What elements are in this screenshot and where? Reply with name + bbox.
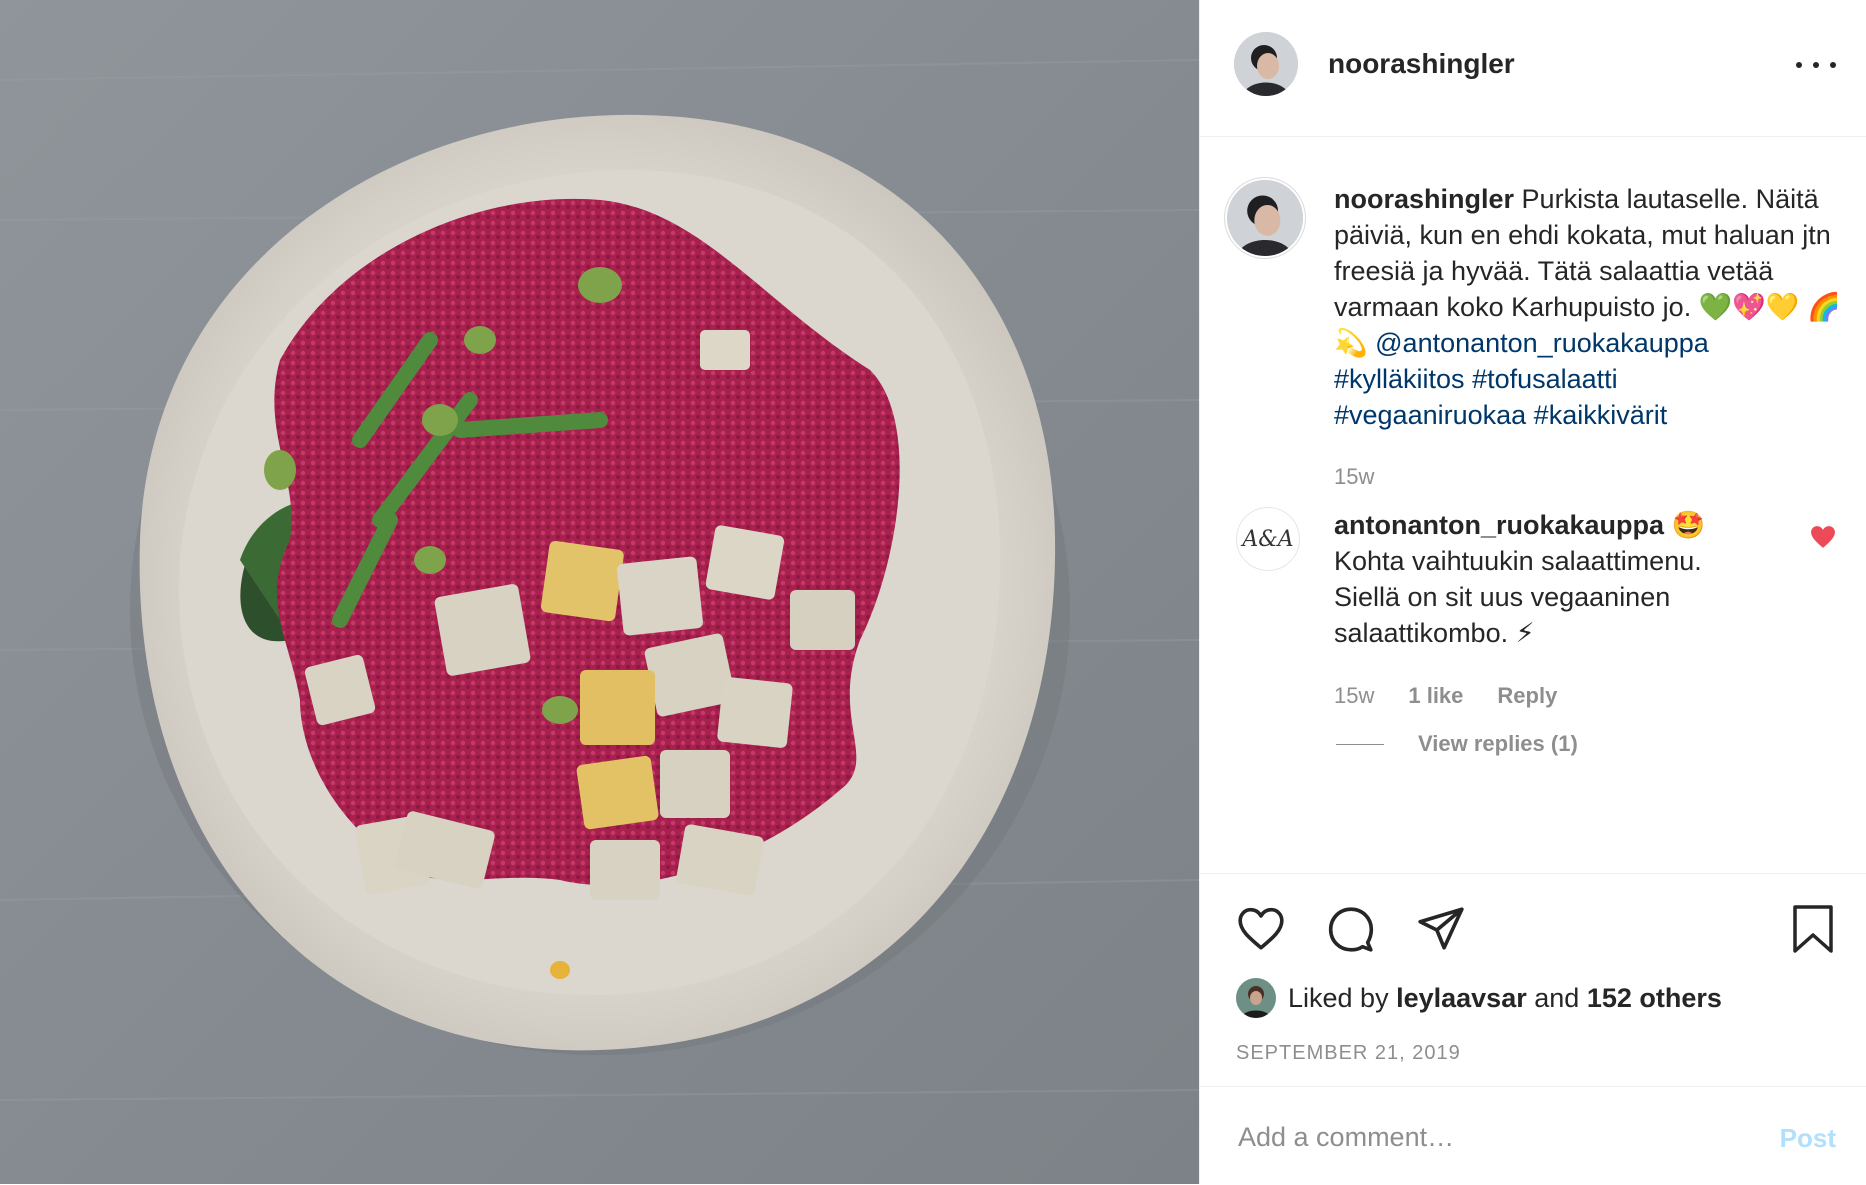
hashtag-link[interactable]: #kylläkiitos	[1334, 364, 1465, 394]
likes-others-link[interactable]: 152 others	[1587, 983, 1722, 1014]
more-options-icon[interactable]	[1796, 50, 1836, 80]
commenter-username-emoji: 🤩	[1671, 510, 1706, 540]
likes-summary: Liked by leylaavsar and 152 others	[1236, 978, 1722, 1018]
caption-mention-link[interactable]: @antonanton_ruokakauppa	[1375, 328, 1709, 358]
comment-text: Kohta vaihtuukin salaattimenu. Siellä on…	[1334, 546, 1702, 648]
comment-likes-count[interactable]: 1 like	[1408, 683, 1463, 709]
comment-meta: 15w 1 like Reply	[1334, 683, 1557, 709]
view-replies-divider	[1336, 743, 1384, 745]
instagram-post-modal: noorashingler noorashingler Purkista lau…	[0, 0, 1866, 1184]
author-avatar[interactable]	[1234, 32, 1298, 96]
comment-like-heart-icon[interactable]	[1810, 525, 1836, 549]
hashtag-link[interactable]: #tofusalaatti	[1472, 364, 1618, 394]
comment: antonanton_ruokakauppa 🤩 Kohta vaihtuuki…	[1334, 507, 1774, 651]
share-paper-plane-icon[interactable]	[1416, 904, 1466, 954]
post-header: noorashingler	[1200, 0, 1866, 137]
comments-area[interactable]: noorashingler Purkista lautaselle. Näitä…	[1200, 137, 1866, 873]
comment-bubble-icon[interactable]	[1326, 904, 1376, 954]
post-details-panel: noorashingler noorashingler Purkista lau…	[1199, 0, 1866, 1184]
add-comment-input[interactable]	[1236, 1111, 1720, 1163]
commenter-avatar[interactable]: A&A	[1236, 507, 1300, 571]
likes-and: and	[1534, 982, 1580, 1013]
author-username[interactable]: noorashingler	[1328, 48, 1515, 80]
hashtag-link[interactable]: #kaikkivärit	[1534, 400, 1668, 430]
liker-avatar[interactable]	[1236, 978, 1276, 1018]
caption-username[interactable]: noorashingler	[1334, 184, 1514, 214]
post-photo[interactable]	[0, 0, 1199, 1184]
post-actions: Liked by leylaavsar and 152 others SEPTE…	[1200, 873, 1866, 1087]
post-caption: noorashingler Purkista lautaselle. Näitä…	[1334, 181, 1844, 433]
comment-timestamp[interactable]: 15w	[1334, 683, 1374, 709]
add-comment-bar: Post	[1200, 1086, 1866, 1185]
post-date[interactable]: SEPTEMBER 21, 2019	[1236, 1042, 1461, 1065]
commenter-avatar-logo: A&A	[1242, 526, 1294, 552]
bookmark-icon[interactable]	[1790, 904, 1836, 954]
caption-author-avatar[interactable]	[1227, 180, 1303, 256]
liker-username[interactable]: leylaavsar	[1396, 983, 1527, 1014]
post-comment-button[interactable]: Post	[1780, 1123, 1836, 1154]
commenter-username[interactable]: antonanton_ruokakauppa	[1334, 510, 1664, 540]
view-replies-button[interactable]: View replies (1)	[1336, 731, 1578, 757]
salad-plate-image	[0, 0, 1199, 1184]
reply-button[interactable]: Reply	[1497, 683, 1557, 709]
hashtag-link[interactable]: #vegaaniruokaa	[1334, 400, 1526, 430]
action-icons	[1236, 904, 1466, 954]
view-replies-label: View replies (1)	[1418, 731, 1578, 756]
like-heart-icon[interactable]	[1236, 904, 1286, 954]
caption-timestamp[interactable]: 15w	[1334, 464, 1374, 490]
likes-prefix: Liked by	[1288, 982, 1389, 1013]
